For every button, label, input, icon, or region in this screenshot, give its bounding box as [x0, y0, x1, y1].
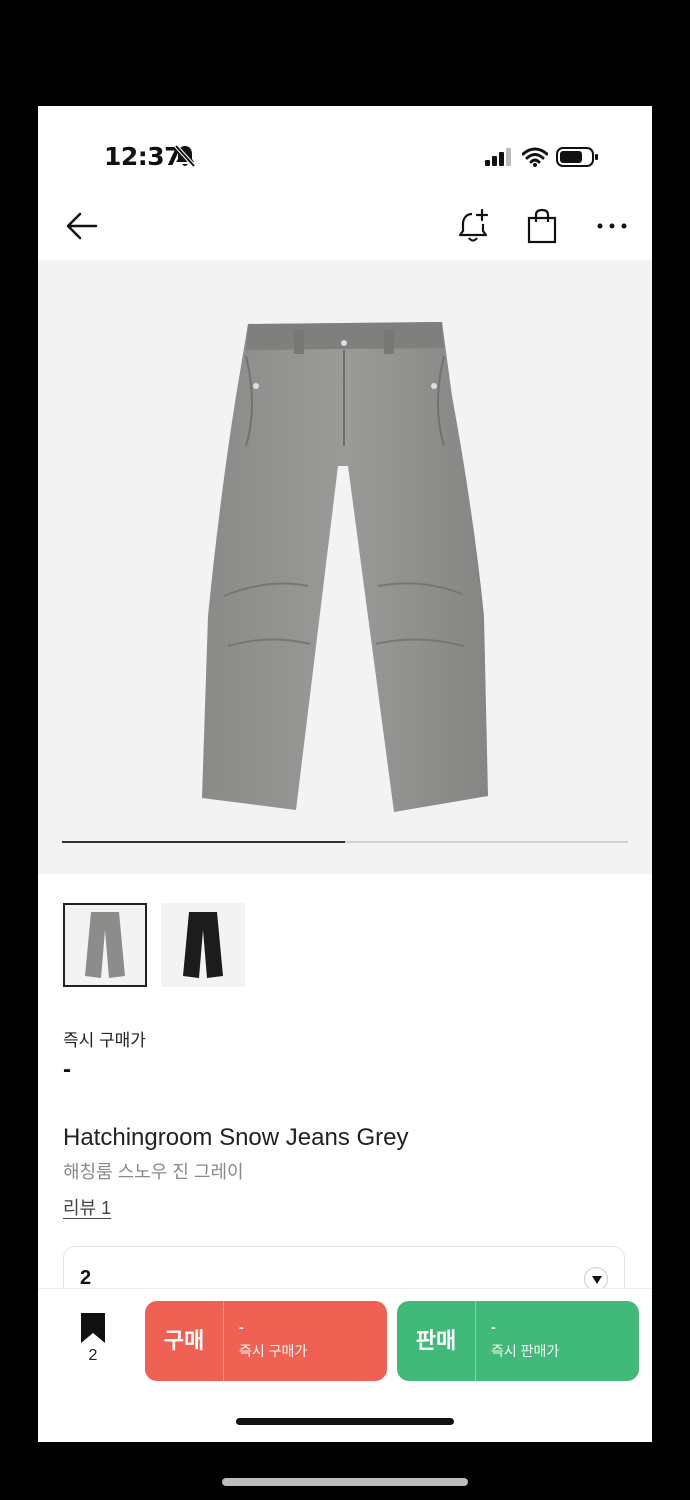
- battery-icon: [556, 147, 598, 167]
- buy-sub-label: 즉시 구매가: [239, 1343, 308, 1359]
- status-time: 12:37: [104, 142, 182, 171]
- product-title-ko: 해칭룸 스노우 진 그레이: [63, 1162, 244, 1182]
- product-title-en: Hatchingroom Snow Jeans Grey: [63, 1124, 409, 1151]
- home-indicator[interactable]: [236, 1418, 454, 1425]
- bookmark-button[interactable]: 2: [76, 1311, 110, 1371]
- wifi-icon: [522, 147, 548, 167]
- thumbnail-grey[interactable]: [63, 903, 147, 987]
- back-arrow-icon[interactable]: [62, 206, 102, 246]
- product-image-carousel[interactable]: [38, 260, 652, 874]
- bell-off-icon: [174, 144, 196, 168]
- bell-add-icon[interactable]: [456, 206, 494, 246]
- bookmark-count: 2: [88, 1347, 98, 1364]
- signal-icon: [485, 148, 511, 166]
- app-screen: 12:37 즉시 구매가 - Hatchingroom Snow Jeans G…: [38, 106, 652, 1442]
- shopping-bag-icon[interactable]: [524, 206, 560, 246]
- sell-divider: [475, 1301, 476, 1381]
- instant-buy-label: 즉시 구매가: [63, 1031, 146, 1050]
- bookmark-icon: [81, 1313, 105, 1343]
- grey-pants-image: [202, 322, 488, 812]
- grey-pants-thumbnail: [85, 912, 125, 978]
- status-icons: [484, 146, 600, 168]
- thumbnail-black[interactable]: [161, 903, 245, 987]
- buy-button[interactable]: 구매 - 즉시 구매가: [145, 1301, 387, 1381]
- sell-label: 판매: [415, 1328, 457, 1353]
- buy-divider: [223, 1301, 224, 1381]
- sell-button[interactable]: 판매 - 즉시 판매가: [397, 1301, 639, 1381]
- instant-buy-price: -: [63, 1056, 71, 1083]
- sell-sub-label: 즉시 판매가: [491, 1343, 560, 1359]
- black-pants-thumbnail: [183, 912, 223, 978]
- image-pager-progress: [62, 841, 345, 843]
- more-icon[interactable]: [592, 206, 632, 246]
- outer-home-indicator: [222, 1478, 468, 1486]
- chevron-down-icon: [592, 1276, 602, 1284]
- size-value: 2: [80, 1267, 92, 1289]
- buy-price: -: [239, 1319, 244, 1335]
- sell-price: -: [491, 1319, 496, 1335]
- buy-label: 구매: [163, 1328, 205, 1353]
- review-link[interactable]: 리뷰 1: [63, 1194, 111, 1220]
- image-pager: [62, 841, 628, 843]
